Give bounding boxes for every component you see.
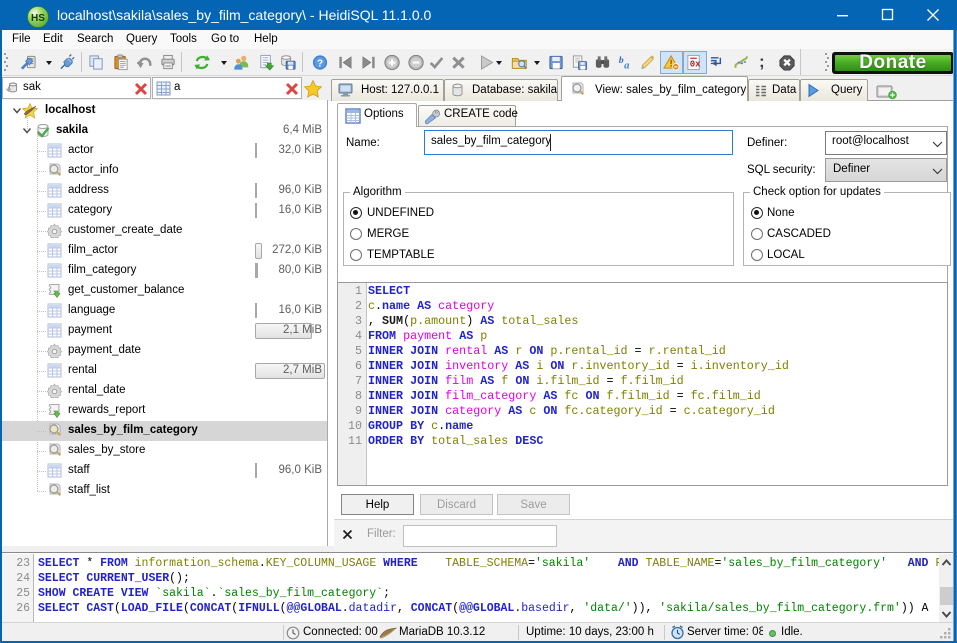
svg-text:b: b (619, 55, 624, 66)
svg-text:HS: HS (31, 13, 45, 24)
svg-text:0x: 0x (690, 60, 701, 70)
svg-text:?: ? (317, 58, 323, 69)
svg-text:a: a (624, 59, 630, 71)
